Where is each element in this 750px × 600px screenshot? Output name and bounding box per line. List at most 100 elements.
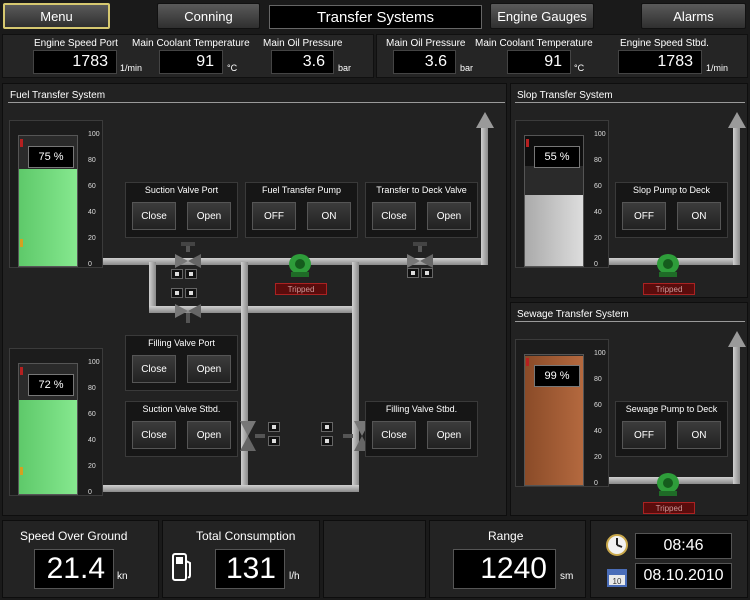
conning-button[interactable]: Conning [157,3,260,29]
scale-tick: 20 [88,235,96,242]
suction-valve-stbd-open-button[interactable]: Open [187,421,231,449]
slop-pump-icon[interactable] [653,252,683,278]
fuel-pump-on-button[interactable]: ON [307,202,351,230]
gauge-label: Main Coolant Temperature [475,38,593,49]
slop-pump-on-button[interactable]: ON [677,202,721,230]
engine-speed-port-value: 1783 [33,50,117,74]
fuel-tank-stbd-percent: 72 % [28,374,74,396]
panel-title: Sewage Transfer System [517,309,629,320]
total-consumption-panel: Total Consumption 131 l/h [162,520,320,598]
scale-tick: 100 [88,131,100,138]
slop-transfer-panel: Slop Transfer System Tripped 55 % 100 80… [510,83,748,298]
gauge-unit: 1/min [706,63,729,73]
deck-valve-close-button[interactable]: Close [372,202,416,230]
range-unit: sm [560,571,574,582]
sewage-pump-icon[interactable] [653,471,683,497]
scale-tick: 40 [88,209,96,216]
clock-panel: 08:46 10 08.10.2010 [590,520,748,598]
fuel-tank-port: 75 % 100 80 60 40 20 0 [9,120,103,268]
coolant-temp-stbd-value: 91 [507,50,571,74]
suction-valve-port-open-button[interactable]: Open [187,202,231,230]
scale-tick: 20 [594,235,602,242]
transfer-deck-valve-control: Transfer to Deck Valve Close Open [365,182,478,238]
gauge-unit: 1/min [120,63,143,73]
control-title: Slop Pump to Deck [632,185,711,195]
suction-valve-port-close-button[interactable]: Close [132,202,176,230]
fuel-tank-port-level [19,168,77,266]
oil-pressure-stbd-value: 3.6 [393,50,456,74]
scale-tick: 0 [88,489,92,496]
gauge-unit: °C [574,63,585,73]
scale-tick: 40 [88,437,96,444]
scale-tick: 60 [594,183,602,190]
range-value: 1240 [453,549,556,589]
scale-tick: 40 [594,428,602,435]
scale-tick: 80 [594,157,602,164]
filling-valve-stbd-close-button[interactable]: Close [372,421,416,449]
empty-panel [323,520,426,598]
slop-pump-tripped-indicator: Tripped [643,283,695,295]
gauge-label: Main Oil Pressure [386,38,466,49]
fuel-transfer-pump-control: Fuel Transfer Pump OFF ON [245,182,358,238]
calendar-day: 10 [613,577,622,586]
filling-valve-port-close-button[interactable]: Close [132,355,176,383]
suction-valve-stbd-icon[interactable] [237,419,267,453]
scale-tick: 20 [594,454,602,461]
scale-tick: 100 [594,131,606,138]
oil-pressure-port-value: 3.6 [271,50,334,74]
filling-valve-stbd-control: Filling Valve Stbd. Close Open [365,401,478,457]
sog-unit: kn [117,571,128,582]
slop-tank-scale: 100 80 60 40 20 0 [588,131,608,268]
gauge-unit: bar [338,63,352,73]
alarms-button[interactable]: Alarms [641,3,746,29]
slop-tank-level [525,194,583,266]
outlet-arrow-icon [728,331,746,347]
calendar-icon: 10 [607,569,627,587]
panel-title: Slop Transfer System [517,90,613,101]
scale-tick: 60 [88,183,96,190]
scale-tick: 100 [594,350,606,357]
control-title: Sewage Pump to Deck [625,404,718,414]
fuel-tank-port-percent: 75 % [28,146,74,168]
coolant-temp-port-value: 91 [159,50,223,74]
engine-port-gauges: Engine Speed Port 1783 1/min Main Coolan… [2,34,374,78]
gauge-unit: °C [227,63,238,73]
scale-tick: 80 [594,376,602,383]
slop-pump-off-button[interactable]: OFF [622,202,666,230]
consumption-value: 131 [215,549,285,589]
suction-valve-stbd-close-button[interactable]: Close [132,421,176,449]
filling-valve-stbd-open-button[interactable]: Open [427,421,471,449]
scale-tick: 20 [88,463,96,470]
slop-pump-control: Slop Pump to Deck OFF ON [615,182,728,238]
engine-gauges-button[interactable]: Engine Gauges [490,3,594,29]
control-title: Suction Valve Port [144,185,219,195]
panel-title: Fuel Transfer System [10,90,106,101]
range-panel: Range 1240 sm [429,520,586,598]
engine-speed-stbd-value: 1783 [618,50,702,74]
control-title: Fuel Transfer Pump [261,185,342,195]
speed-over-ground-panel: Speed Over Ground 21.4 kn [2,520,159,598]
fuel-pump-icon[interactable] [285,252,315,278]
sog-value: 21.4 [34,549,114,589]
filling-valve-junction-icon[interactable] [173,299,203,329]
date-display: 08.10.2010 [635,563,732,589]
engine-stbd-gauges: Main Oil Pressure 3.6 bar Main Coolant T… [376,34,748,78]
menu-button[interactable]: Menu [3,3,110,29]
control-title: Filling Valve Port [148,338,215,348]
filling-valve-port-control: Filling Valve Port Close Open [125,335,238,391]
scale-tick: 60 [88,411,96,418]
transfer-systems-screen: Menu Conning Transfer Systems Engine Gau… [0,0,750,600]
scale-tick: 0 [88,261,92,268]
deck-valve-open-button[interactable]: Open [427,202,471,230]
sewage-pump-on-button[interactable]: ON [677,421,721,449]
sewage-pump-control: Sewage Pump to Deck OFF ON [615,401,728,457]
gauge-unit: bar [460,63,474,73]
sewage-pump-off-button[interactable]: OFF [622,421,666,449]
scale-tick: 0 [594,261,598,268]
filling-valve-port-open-button[interactable]: Open [187,355,231,383]
fuel-pump-station-icon [172,553,191,581]
fuel-pump-off-button[interactable]: OFF [252,202,296,230]
slop-tank-percent: 55 % [534,146,580,168]
sewage-tank: 99 % 100 80 60 40 20 0 [515,339,609,487]
fuel-tank-stbd-level [19,400,77,494]
